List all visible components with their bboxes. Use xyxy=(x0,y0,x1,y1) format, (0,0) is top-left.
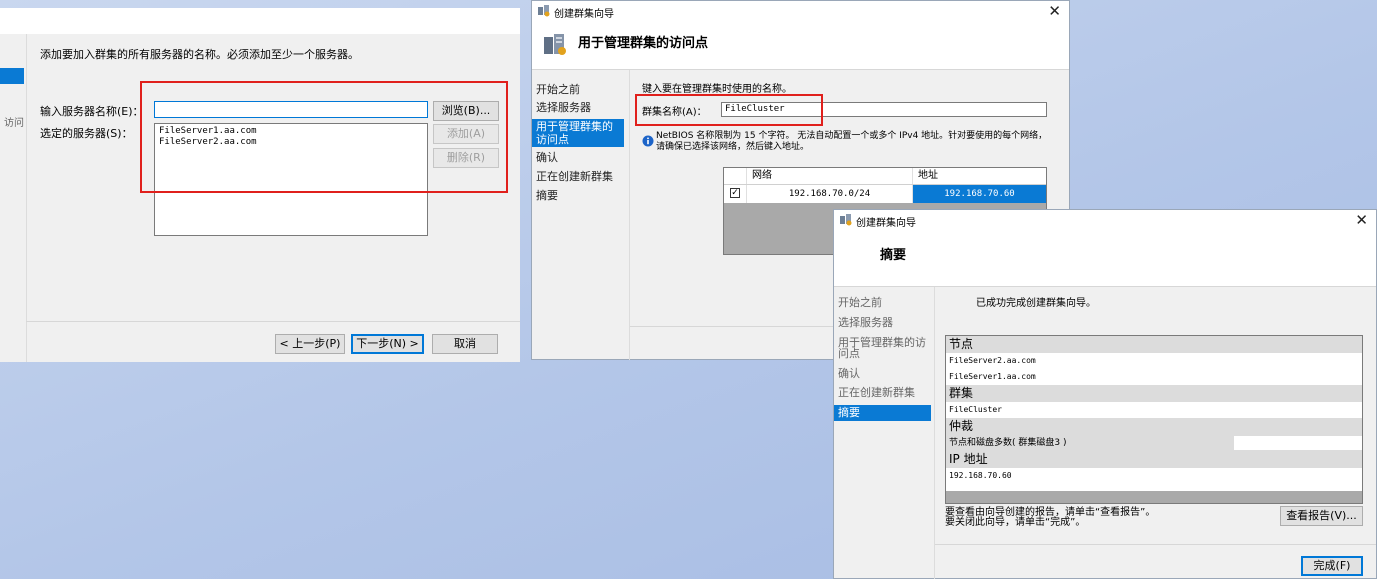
page-heading: 摘要 xyxy=(880,248,907,263)
middle-header: 用于管理群集的访问点 xyxy=(532,25,1069,69)
summary-report-box[interactable]: 节点 FileServer2.aa.com FileServer1.aa.com… xyxy=(945,335,1363,504)
table-header-network[interactable]: 网络 xyxy=(747,168,913,184)
report-hint-2: 要关闭此向导，请单击“完成”。 xyxy=(945,517,1086,528)
selected-servers-label: 选定的服务器(S)： xyxy=(40,127,133,140)
success-message: 已成功完成创建群集向导。 xyxy=(976,298,1096,309)
sidebar-item-access-point[interactable]: 用于管理群集的访问点 xyxy=(838,337,932,359)
table-header-check xyxy=(724,168,747,184)
sidebar-item-select-servers[interactable]: 选择服务器 xyxy=(536,101,591,114)
highlight-box-servers xyxy=(140,81,508,193)
sidebar-item-before-begin[interactable]: 开始之前 xyxy=(536,83,580,96)
servers-icon xyxy=(544,34,566,55)
summary-bottom-bar xyxy=(946,491,1362,503)
row-address[interactable]: 192.168.70.60 xyxy=(913,185,1046,203)
network-checkbox[interactable]: ✓ xyxy=(730,188,740,198)
table-row[interactable]: ✓ 192.168.70.0/24 192.168.70.60 xyxy=(724,185,1046,203)
finish-button[interactable]: 完成(F) xyxy=(1301,556,1363,576)
left-wizard-window: 访问 添加要加入群集的所有服务器的名称。必须添加至少一个服务器。 输入服务器名称… xyxy=(0,8,520,362)
summary-header: 摘要 xyxy=(834,234,1376,286)
sidebar-item-summary[interactable]: 摘要 xyxy=(834,405,931,421)
cluster-wizard-icon xyxy=(538,5,550,17)
cancel-button[interactable]: 取消 xyxy=(432,334,498,354)
back-button[interactable]: < 上一步(P) xyxy=(275,334,345,354)
next-button[interactable]: 下一步(N) > xyxy=(351,334,424,354)
middle-title-bar: 创建群集向导 ✕ xyxy=(532,1,1069,25)
highlight-box-cluster-name xyxy=(635,94,823,126)
sidebar-item-select-servers[interactable]: 选择服务器 xyxy=(838,316,893,329)
sidebar-item-creating[interactable]: 正在创建新群集 xyxy=(838,386,915,399)
summary-quorum-value: 节点和磁盘多数( 群集磁盘3 ) xyxy=(949,438,1067,448)
middle-header-separator xyxy=(532,69,1069,70)
left-nav-clipped-label: 访问 xyxy=(4,118,24,129)
page-heading: 用于管理群集的访问点 xyxy=(578,36,709,51)
summary-row-quorum: 节点和磁盘多数( 群集磁盘3 ) xyxy=(946,435,1362,451)
close-icon[interactable]: ✕ xyxy=(1048,2,1061,20)
window-title: 创建群集向导 xyxy=(856,218,916,229)
summary-row: 192.168.70.60 xyxy=(946,468,1362,484)
sidebar-item-confirm[interactable]: 确认 xyxy=(838,367,860,380)
summary-row: FileCluster xyxy=(946,402,1362,418)
sidebar-item-access-point[interactable]: 用于管理群集的访问点 xyxy=(532,119,624,147)
table-header-row: 网络 地址 xyxy=(724,168,1046,185)
summary-wizard-window: 创建群集向导 ✕ 摘要 开始之前 选择服务器 用于管理群集的访问点 确认 正在创… xyxy=(833,209,1377,579)
netbios-note: NetBIOS 名称限制为 15 个字符。 无法自动配置一个或多个 IPv4 地… xyxy=(656,131,1048,152)
summary-footer-separator xyxy=(935,544,1376,545)
row-checkbox-cell: ✓ xyxy=(724,185,747,203)
close-icon[interactable]: ✕ xyxy=(1355,211,1368,229)
sidebar-item-confirm[interactable]: 确认 xyxy=(536,151,558,164)
left-header-strip xyxy=(0,8,520,34)
summary-title-bar: 创建群集向导 ✕ xyxy=(834,210,1376,234)
view-report-button[interactable]: 查看报告(V)... xyxy=(1280,506,1363,526)
middle-nav-divider xyxy=(629,70,630,360)
summary-section-ip: IP 地址 xyxy=(946,451,1362,468)
summary-row: FileServer2.aa.com xyxy=(946,353,1362,369)
window-title: 创建群集向导 xyxy=(554,9,614,20)
left-nav-active-marker[interactable] xyxy=(0,68,24,84)
table-header-address[interactable]: 地址 xyxy=(913,168,1046,184)
summary-header-separator xyxy=(834,286,1376,287)
server-name-label: 输入服务器名称(E)： xyxy=(40,105,144,118)
sidebar-item-creating[interactable]: 正在创建新群集 xyxy=(536,170,613,183)
info-icon xyxy=(642,135,654,147)
left-footer-separator xyxy=(26,321,520,322)
cluster-name-instruction: 键入要在管理群集时使用的名称。 xyxy=(642,84,792,95)
sidebar-item-before-begin[interactable]: 开始之前 xyxy=(838,296,882,309)
sidebar-item-summary[interactable]: 摘要 xyxy=(536,189,558,202)
summary-quorum-blank xyxy=(1234,436,1362,450)
cluster-wizard-icon xyxy=(840,214,852,226)
summary-section-nodes: 节点 xyxy=(946,336,1362,353)
add-servers-instruction: 添加要加入群集的所有服务器的名称。必须添加至少一个服务器。 xyxy=(40,48,359,61)
summary-nav-divider xyxy=(934,287,935,579)
row-network: 192.168.70.0/24 xyxy=(747,185,913,203)
summary-row: FileServer1.aa.com xyxy=(946,369,1362,385)
summary-section-quorum: 仲裁 xyxy=(946,418,1362,435)
summary-section-cluster: 群集 xyxy=(946,385,1362,402)
